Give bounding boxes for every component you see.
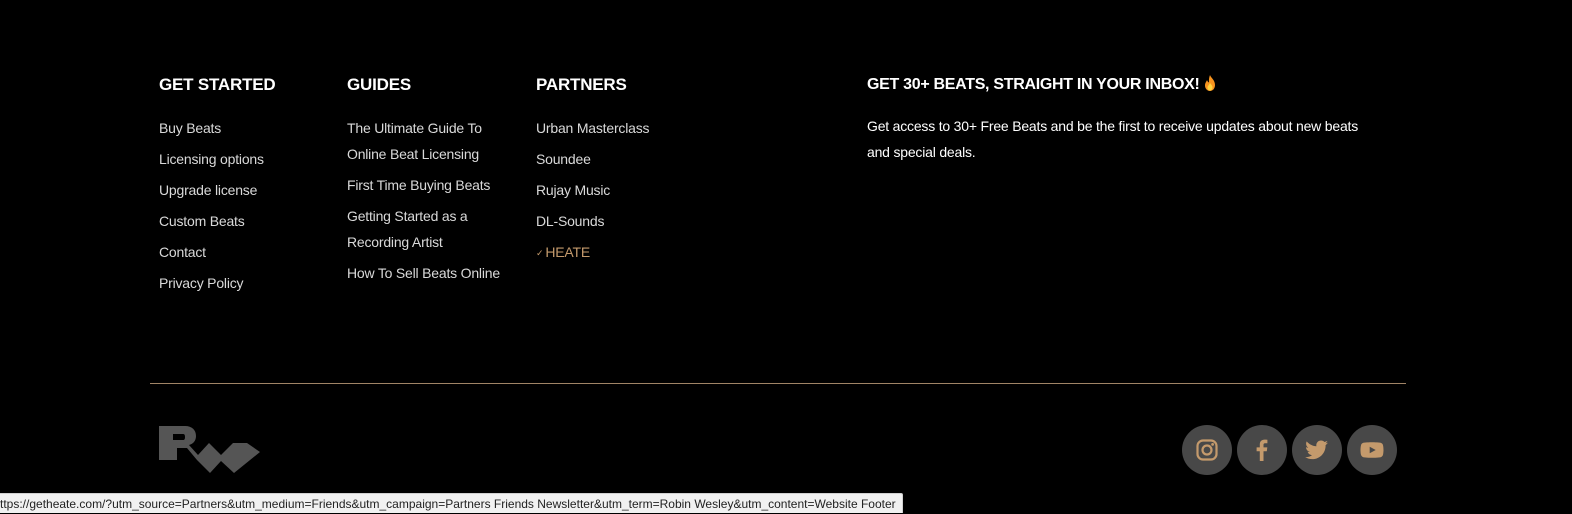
- sell-beats-online-link[interactable]: How To Sell Beats Online: [347, 265, 500, 281]
- footer-link-privacy-policy[interactable]: Privacy Policy: [159, 270, 276, 296]
- first-time-buying-link[interactable]: First Time Buying Beats: [347, 177, 490, 193]
- newsletter-description: Get access to 30+ Free Beats and be the …: [867, 118, 1359, 160]
- get-started-heading: GET STARTED: [159, 75, 276, 94]
- twitter-icon: [1305, 440, 1328, 460]
- footer-link-dl-sounds[interactable]: DL-Sounds: [536, 208, 649, 234]
- rujay-music-link[interactable]: Rujay Music: [536, 182, 610, 198]
- footer-link-contact[interactable]: Contact: [159, 239, 276, 265]
- instagram-button[interactable]: [1182, 425, 1232, 475]
- fire-icon: [1204, 75, 1215, 91]
- facebook-button[interactable]: [1237, 425, 1287, 475]
- footer-divider: [150, 383, 1406, 384]
- footer-link-getting-started-artist[interactable]: Getting Started as a Recording Artist: [347, 203, 507, 255]
- upgrade-license-link[interactable]: Upgrade license: [159, 182, 257, 198]
- youtube-button[interactable]: [1347, 425, 1397, 475]
- dl-sounds-link[interactable]: DL-Sounds: [536, 213, 604, 229]
- footer-newsletter: GET 30+ BEATS, STRAIGHT IN YOUR INBOX! G…: [867, 74, 1367, 165]
- footer-link-urban-masterclass[interactable]: Urban Masterclass: [536, 115, 650, 141]
- footer-link-soundee[interactable]: Soundee: [536, 146, 649, 172]
- twitter-button[interactable]: [1292, 425, 1342, 475]
- getting-started-artist-link[interactable]: Getting Started as a Recording Artist: [347, 208, 468, 250]
- guides-heading: GUIDES: [347, 75, 411, 94]
- footer-column-partners: PARTNERS Urban Masterclass Soundee Rujay…: [536, 74, 650, 271]
- guides-links: The Ultimate Guide To Online Beat Licens…: [347, 115, 507, 286]
- custom-beats-link[interactable]: Custom Beats: [159, 213, 245, 229]
- footer-link-buy-beats[interactable]: Buy Beats: [159, 115, 276, 141]
- social-links: [1182, 425, 1397, 475]
- footer-link-custom-beats[interactable]: Custom Beats: [159, 208, 276, 234]
- brand-logo[interactable]: [159, 426, 261, 474]
- buy-beats-link[interactable]: Buy Beats: [159, 120, 221, 136]
- newsletter-heading-text: GET 30+ BEATS, STRAIGHT IN YOUR INBOX!: [867, 76, 1200, 93]
- footer-link-ultimate-guide[interactable]: The Ultimate Guide To Online Beat Licens…: [347, 115, 507, 167]
- soundee-link[interactable]: Soundee: [536, 151, 591, 167]
- ultimate-guide-link[interactable]: The Ultimate Guide To Online Beat Licens…: [347, 120, 482, 162]
- instagram-icon: [1196, 439, 1218, 461]
- footer-link-upgrade-license[interactable]: Upgrade license: [159, 177, 276, 203]
- privacy-policy-link[interactable]: Privacy Policy: [159, 275, 244, 291]
- check-icon: ✓: [536, 248, 544, 259]
- footer-link-licensing-options[interactable]: Licensing options: [159, 146, 276, 172]
- urban-masterclass-link[interactable]: Urban Masterclass: [536, 120, 650, 136]
- footer-column-guides: GUIDES The Ultimate Guide To Online Beat…: [347, 74, 507, 291]
- footer-link-heate[interactable]: ✓ HEATE: [536, 239, 649, 266]
- footer-link-rujay-music[interactable]: Rujay Music: [536, 177, 649, 203]
- heate-link[interactable]: ✓ HEATE: [536, 244, 590, 260]
- footer-link-first-time-buying[interactable]: First Time Buying Beats: [347, 172, 507, 198]
- get-started-links: Buy Beats Licensing options Upgrade lice…: [159, 115, 276, 296]
- footer-link-sell-beats-online[interactable]: How To Sell Beats Online: [347, 260, 507, 286]
- heate-link-label: HEATE: [545, 244, 590, 260]
- partners-links: Urban Masterclass Soundee Rujay Music DL…: [536, 115, 650, 266]
- contact-link[interactable]: Contact: [159, 244, 206, 260]
- youtube-icon: [1360, 442, 1384, 458]
- partners-heading: PARTNERS: [536, 75, 627, 94]
- licensing-options-link[interactable]: Licensing options: [159, 151, 264, 167]
- browser-status-bar-url: ttps://getheate.com/?utm_source=Partners…: [0, 493, 903, 513]
- footer-column-get-started: GET STARTED Buy Beats Licensing options …: [159, 74, 276, 301]
- newsletter-heading: GET 30+ BEATS, STRAIGHT IN YOUR INBOX!: [867, 74, 1367, 96]
- facebook-icon: [1256, 439, 1268, 461]
